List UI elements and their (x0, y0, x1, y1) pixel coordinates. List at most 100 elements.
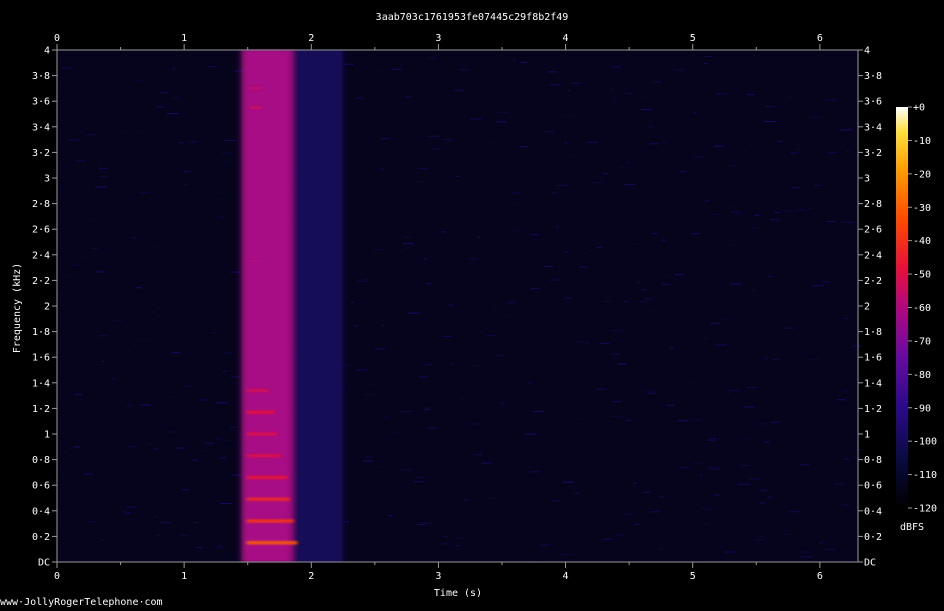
noise-streak (756, 423, 766, 425)
noise-streak (836, 399, 846, 401)
noise-streak (669, 347, 675, 349)
noise-streak (171, 352, 181, 354)
noise-streak (809, 358, 819, 360)
noise-streak (68, 275, 71, 277)
energy-region (292, 50, 344, 562)
noise-streak (422, 522, 433, 524)
noise-streak (636, 102, 640, 104)
noise-streak (844, 317, 850, 319)
noise-streak (638, 387, 650, 389)
noise-streak (486, 335, 497, 337)
noise-streak (146, 396, 157, 398)
noise-streak (706, 439, 715, 441)
noise-streak (633, 482, 637, 484)
noise-streak (687, 381, 696, 383)
noise-streak (117, 249, 123, 251)
colorbar-tick-label: -30 (913, 203, 931, 214)
y-tick-label: 1·4 (32, 378, 50, 389)
noise-streak (550, 84, 561, 86)
noise-streak (834, 483, 842, 485)
noise-streak (122, 130, 128, 132)
noise-streak (374, 348, 386, 350)
noise-streak (843, 458, 849, 460)
noise-streak (423, 258, 427, 260)
noise-streak (164, 395, 167, 397)
noise-streak (456, 175, 460, 177)
noise-streak (799, 463, 810, 465)
noise-streak (848, 127, 852, 129)
noise-streak (753, 214, 761, 216)
noise-streak (216, 402, 228, 404)
noise-streak (602, 173, 609, 175)
noise-streak (843, 390, 848, 392)
noise-streak (393, 432, 401, 434)
noise-streak (207, 66, 216, 68)
noise-streak (624, 184, 636, 186)
noise-streak (831, 413, 844, 415)
colorbar-tick-label: +0 (913, 103, 925, 114)
noise-streak (170, 396, 178, 398)
noise-streak (363, 460, 373, 462)
noise-streak (440, 543, 450, 545)
noise-streak (512, 60, 516, 62)
noise-streak (598, 459, 601, 461)
y-tick-label: 4 (44, 46, 50, 57)
noise-streak (839, 221, 847, 223)
noise-streak (470, 118, 482, 120)
noise-streak (563, 115, 575, 117)
noise-streak (838, 350, 846, 352)
noise-streak (128, 446, 137, 448)
noise-streak (625, 419, 632, 421)
noise-streak (181, 534, 188, 536)
noise-streak (690, 233, 700, 235)
noise-streak (647, 392, 657, 394)
noise-streak (703, 63, 708, 65)
noise-streak (355, 97, 364, 99)
noise-streak (634, 243, 640, 245)
noise-streak (713, 434, 716, 436)
noise-streak (84, 273, 93, 275)
noise-streak (825, 99, 836, 101)
noise-streak (813, 184, 822, 186)
noise-streak (125, 405, 134, 407)
noise-streak (553, 500, 560, 502)
noise-streak (739, 464, 750, 466)
noise-streak (650, 511, 660, 513)
noise-streak (477, 236, 481, 238)
noise-streak (381, 416, 388, 418)
noise-streak (506, 302, 517, 304)
noise-streak (674, 69, 684, 71)
noise-streak (423, 544, 433, 546)
noise-streak (159, 522, 171, 524)
y-tick-label: 3 (864, 174, 870, 185)
noise-streak (205, 290, 209, 292)
noise-streak (726, 205, 737, 207)
noise-streak (442, 139, 453, 141)
noise-streak (825, 549, 835, 551)
noise-streak (710, 333, 715, 335)
noise-streak (571, 418, 584, 420)
noise-streak (68, 139, 80, 141)
noise-streak (95, 186, 108, 188)
noise-streak (97, 160, 102, 162)
noise-streak (674, 77, 682, 79)
y-tick-label: 2·4 (32, 250, 50, 261)
y-tick-label: 1 (864, 430, 870, 441)
noise-streak (573, 492, 581, 494)
noise-streak (834, 339, 841, 341)
noise-streak (362, 279, 369, 281)
noise-streak (89, 219, 102, 221)
y-tick-label: 1·4 (864, 378, 882, 389)
noise-streak (764, 120, 777, 122)
noise-streak (640, 109, 652, 111)
noise-streak (73, 264, 80, 266)
noise-streak (620, 166, 626, 168)
noise-streak (543, 266, 554, 268)
noise-streak (184, 385, 194, 387)
noise-streak (200, 399, 208, 401)
y-tick-label: 3·8 (32, 71, 50, 82)
y-tick-label: 0·2 (864, 532, 882, 543)
noise-streak (502, 119, 507, 121)
noise-streak (61, 67, 72, 69)
noise-streak (373, 249, 384, 251)
